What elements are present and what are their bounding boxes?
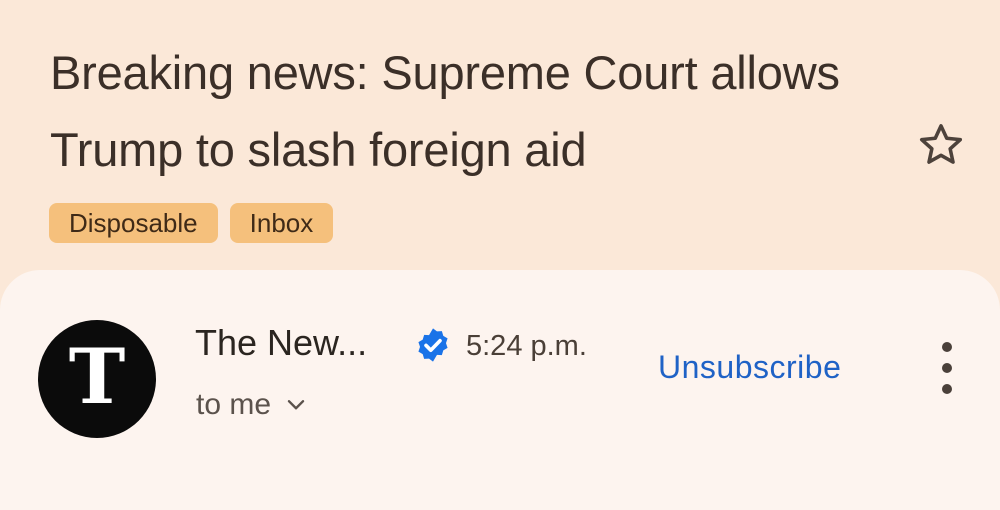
sent-time: 5:24 p.m. — [466, 330, 587, 362]
verified-badge-icon — [418, 328, 448, 362]
message-header-card: T The New... 5:24 p.m. to me Unsubscribe — [0, 270, 1000, 510]
email-subject: Breaking news: Supreme Court allows Trum… — [50, 46, 840, 176]
chevron-down-icon — [287, 400, 305, 410]
sender-name[interactable]: The New... — [195, 322, 367, 364]
more-vert-icon-dot — [942, 384, 952, 394]
label-chips: Disposable Inbox — [49, 203, 334, 243]
avatar-letter: T — [68, 332, 126, 421]
label-chip-disposable[interactable]: Disposable — [49, 203, 218, 243]
label-chip-inbox[interactable]: Inbox — [229, 203, 334, 243]
recipient-details-toggle[interactable]: to me — [196, 388, 309, 422]
star-button[interactable] — [914, 118, 968, 172]
more-options-button[interactable] — [925, 342, 969, 394]
more-vert-icon — [942, 342, 952, 352]
unsubscribe-button[interactable]: Unsubscribe — [658, 349, 841, 386]
recipient-text: to me — [196, 388, 272, 421]
email-subject-area: Breaking news: Supreme Court allows Trum… — [0, 0, 1000, 272]
star-outline-icon — [919, 124, 963, 164]
sender-avatar[interactable]: T — [38, 320, 156, 438]
more-vert-icon-dot — [942, 363, 952, 373]
